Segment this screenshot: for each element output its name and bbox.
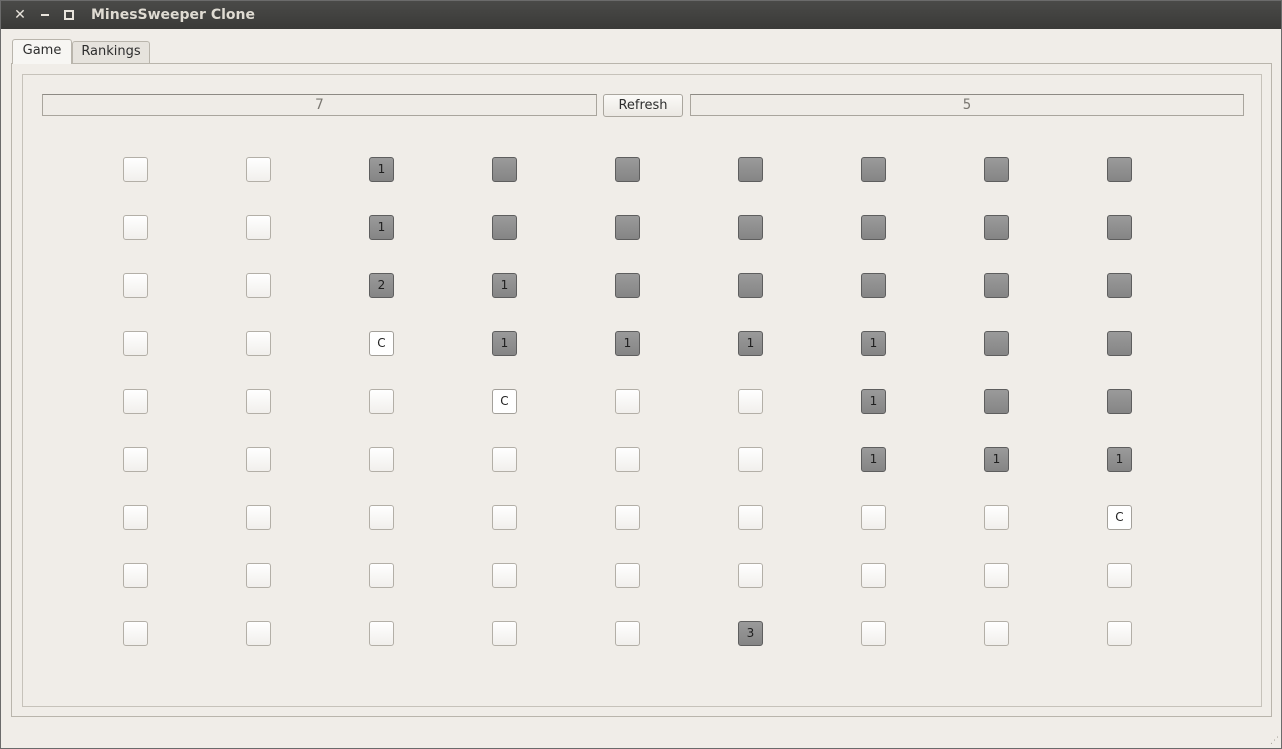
mine-cell[interactable] <box>984 331 1009 356</box>
mine-cell[interactable] <box>123 563 148 588</box>
window-title: MinesSweeper Clone <box>91 7 255 23</box>
mine-cell[interactable] <box>861 215 886 240</box>
mine-cell[interactable] <box>615 447 640 472</box>
mine-cell[interactable] <box>123 447 148 472</box>
mine-cell[interactable] <box>123 157 148 182</box>
mine-cell[interactable] <box>615 157 640 182</box>
mine-cell[interactable]: 1 <box>984 447 1009 472</box>
mine-cell[interactable] <box>984 215 1009 240</box>
maximize-icon[interactable] <box>60 6 78 24</box>
mine-cell[interactable]: 1 <box>369 157 394 182</box>
mine-cell[interactable]: 1 <box>1107 447 1132 472</box>
close-icon[interactable]: ✕ <box>11 6 29 24</box>
refresh-button[interactable]: Refresh <box>603 94 683 117</box>
mine-cell[interactable]: C <box>1107 505 1132 530</box>
game-board-frame: 7 Refresh 5 1 1 2 1 C 1 1 1 1 C 1 1 1 1 C 3 <box>22 74 1262 707</box>
mine-cell[interactable] <box>123 389 148 414</box>
mine-cell[interactable] <box>984 273 1009 298</box>
mine-cell[interactable] <box>369 505 394 530</box>
mine-cell[interactable] <box>1107 157 1132 182</box>
mine-cell[interactable]: 1 <box>492 331 517 356</box>
mine-cell[interactable] <box>861 621 886 646</box>
mines-counter-display: 7 <box>42 94 597 116</box>
mine-cell[interactable] <box>738 447 763 472</box>
mine-cell[interactable] <box>123 621 148 646</box>
resize-grip[interactable]: ⋰ <box>1269 736 1279 746</box>
mine-cell[interactable] <box>369 621 394 646</box>
tab-rankings[interactable]: Rankings <box>72 41 150 63</box>
mine-cell[interactable]: 2 <box>369 273 394 298</box>
mine-cell[interactable] <box>1107 273 1132 298</box>
mine-cell[interactable]: 1 <box>615 331 640 356</box>
mine-cell[interactable] <box>615 389 640 414</box>
mine-cell[interactable] <box>984 621 1009 646</box>
mine-cell[interactable] <box>615 563 640 588</box>
minimize-icon[interactable] <box>36 6 54 24</box>
mine-cell[interactable] <box>861 505 886 530</box>
mine-cell[interactable]: 3 <box>738 621 763 646</box>
mine-cell[interactable]: C <box>369 331 394 356</box>
mine-cell[interactable] <box>738 157 763 182</box>
mine-cell[interactable]: 1 <box>492 273 517 298</box>
mine-cell[interactable] <box>123 273 148 298</box>
mine-cell[interactable] <box>492 563 517 588</box>
mine-cell[interactable] <box>861 157 886 182</box>
mine-cell[interactable] <box>984 505 1009 530</box>
mine-cell[interactable] <box>492 447 517 472</box>
mine-cell[interactable] <box>492 215 517 240</box>
mine-cell[interactable] <box>1107 331 1132 356</box>
game-tab-panel: 7 Refresh 5 1 1 2 1 C 1 1 1 1 C 1 1 1 1 C 3 <box>11 63 1272 717</box>
mine-cell[interactable] <box>246 389 271 414</box>
mine-cell[interactable] <box>738 273 763 298</box>
mine-cell[interactable] <box>246 215 271 240</box>
mine-cell[interactable] <box>984 563 1009 588</box>
mine-cell[interactable] <box>615 621 640 646</box>
mine-cell[interactable] <box>246 621 271 646</box>
mine-cell[interactable] <box>984 389 1009 414</box>
mine-cell[interactable] <box>615 273 640 298</box>
tab-game[interactable]: Game <box>12 39 72 64</box>
mine-cell[interactable] <box>123 331 148 356</box>
mine-cell[interactable]: C <box>492 389 517 414</box>
mine-cell[interactable] <box>1107 563 1132 588</box>
mine-cell[interactable]: 1 <box>861 331 886 356</box>
mine-cell[interactable] <box>738 389 763 414</box>
mine-cell[interactable]: 1 <box>861 447 886 472</box>
mine-cell[interactable] <box>738 215 763 240</box>
mine-cell[interactable] <box>1107 621 1132 646</box>
mine-cell[interactable] <box>1107 389 1132 414</box>
title-bar: ✕ MinesSweeper Clone <box>1 1 1281 29</box>
mine-cell[interactable]: 1 <box>861 389 886 414</box>
mine-cell[interactable] <box>738 505 763 530</box>
mine-cell[interactable] <box>738 563 763 588</box>
mine-cell[interactable] <box>861 273 886 298</box>
mine-cell[interactable] <box>246 505 271 530</box>
mine-cell[interactable] <box>123 215 148 240</box>
mine-cell[interactable] <box>861 563 886 588</box>
app-window: ✕ MinesSweeper Clone Game Rankings 7 Ref… <box>0 0 1282 749</box>
mine-cell[interactable] <box>492 621 517 646</box>
mine-cell[interactable] <box>369 389 394 414</box>
mine-cell[interactable] <box>492 157 517 182</box>
mine-cell[interactable] <box>984 157 1009 182</box>
mine-cell[interactable] <box>615 505 640 530</box>
mine-cell[interactable] <box>246 447 271 472</box>
mine-cell[interactable] <box>1107 215 1132 240</box>
mine-cell[interactable]: 1 <box>738 331 763 356</box>
mine-cell[interactable] <box>123 505 148 530</box>
timer-display: 5 <box>690 94 1244 116</box>
mine-cell[interactable] <box>246 273 271 298</box>
mine-cell[interactable]: 1 <box>369 215 394 240</box>
mine-cell[interactable] <box>369 447 394 472</box>
mine-cell[interactable] <box>246 563 271 588</box>
mine-cell[interactable] <box>369 563 394 588</box>
mine-cell[interactable] <box>492 505 517 530</box>
mine-cell[interactable] <box>246 331 271 356</box>
mine-cell[interactable] <box>246 157 271 182</box>
mine-cell[interactable] <box>615 215 640 240</box>
